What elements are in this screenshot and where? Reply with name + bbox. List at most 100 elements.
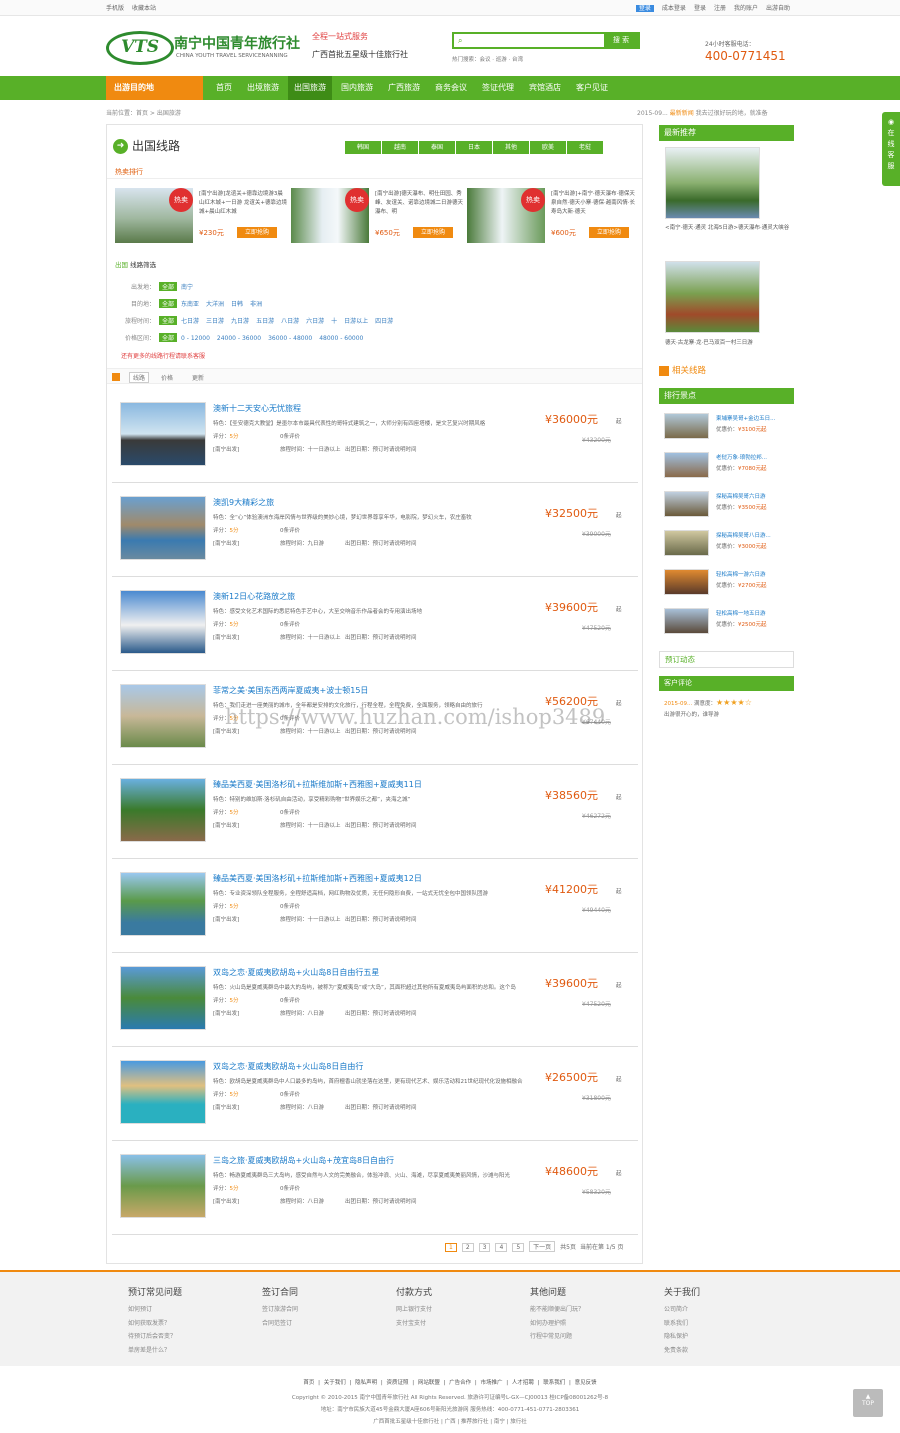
rank-item[interactable]: 探秘高棉吴哥八日游... 优惠价：¥3000元起	[664, 530, 794, 558]
nav-item[interactable]: 广西旅游	[382, 76, 426, 100]
nav-item[interactable]: 签证代理	[476, 76, 520, 100]
filter-option[interactable]: 0 - 12000	[181, 335, 210, 342]
footer-link[interactable]: 免责条款	[664, 1344, 700, 1358]
buy-button[interactable]: 立即抢购	[589, 227, 629, 238]
rank-name[interactable]: 轻松高棉一地五日游	[716, 609, 792, 617]
footer-link[interactable]: 如何预订	[128, 1303, 182, 1317]
filter-option[interactable]: 日韩	[231, 301, 243, 308]
tag[interactable]: 泰国	[419, 141, 455, 154]
page-link[interactable]: 1	[445, 1243, 457, 1252]
filter-note[interactable]: 还有更多的线路行程请联系客服	[121, 351, 205, 360]
page-link[interactable]: 3	[478, 1243, 491, 1252]
route-evaluations[interactable]: 0条评价	[280, 902, 300, 910]
news-ticker[interactable]: 2015-09... 最新新闻 我去过很好玩的地，就准备	[637, 108, 768, 117]
route-row[interactable]: 双岛之恋·夏威夷欧胡岛+火山岛8日自由行五星 特色：火山岛是夏威夷群岛中最大的岛屿…	[112, 959, 638, 1047]
route-image[interactable]	[120, 1154, 206, 1218]
rank-item[interactable]: 探秘高棉吴哥六日游 优惠价：¥3500元起	[664, 491, 794, 519]
signin-link[interactable]: 登录	[694, 5, 706, 12]
route-image[interactable]	[120, 872, 206, 936]
signup-link[interactable]: 注册	[714, 5, 726, 12]
rank-item[interactable]: 老挝万象·琅勃拉邦... 优惠价：¥7080元起	[664, 452, 794, 480]
hot-item[interactable]: 热卖 [南宁出游]龙谊关+德靠边境游3晨山红木城+一日游 龙谊关+德靠边境城+晨…	[115, 188, 287, 246]
route-row[interactable]: 澳凯9大精彩之旅 特色：全“心”体验澳洲东海岸风情与世界级的美妙心境，梦幻世界尊享…	[112, 489, 638, 577]
tag[interactable]: 日本	[456, 141, 492, 154]
hot-desc[interactable]: [南宁出游]龙谊关+德靠边境游3晨山红木城+一日游 龙谊关+德靠边境城+晨山红木…	[199, 190, 287, 217]
route-name[interactable]: 三岛之旅·夏威夷欧胡岛+火山岛+茂宜岛8日自由行	[213, 1155, 394, 1166]
rank-image[interactable]	[664, 608, 709, 634]
member-login-link[interactable]: 成本登录	[662, 5, 686, 12]
route-image[interactable]	[120, 778, 206, 842]
filter-option[interactable]: 五日游	[256, 318, 274, 325]
route-evaluations[interactable]: 0条评价	[280, 1184, 300, 1192]
route-row[interactable]: 双岛之恋·夏威夷欧胡岛+火山岛8日自由行 特色：欧胡岛是夏威夷群岛中人口最多的岛屿…	[112, 1053, 638, 1141]
rank-name[interactable]: 探秘高棉吴哥六日游	[716, 492, 792, 500]
rank-image[interactable]	[664, 452, 709, 478]
route-name[interactable]: 臻品美西夏·美国洛杉矶+拉斯维加斯+西雅图+夏威夷11日	[213, 779, 422, 790]
route-image[interactable]	[120, 590, 206, 654]
rank-image[interactable]	[664, 530, 709, 556]
latest-caption-2[interactable]: 德天·古龙寨·龙·巴马双百一村三日游	[665, 339, 793, 348]
filter-option[interactable]: 十	[331, 318, 337, 325]
destination-menu[interactable]: 出游目的地	[106, 76, 203, 100]
footer-link[interactable]: 如何获取发票？	[128, 1317, 182, 1331]
route-evaluations[interactable]: 0条评价	[280, 620, 300, 628]
rank-name[interactable]: 轻松高棉一游六日游	[716, 570, 792, 578]
footer-link[interactable]: 联系我们	[664, 1317, 700, 1331]
route-image[interactable]	[120, 966, 206, 1030]
route-evaluations[interactable]: 0条评价	[280, 808, 300, 816]
route-row[interactable]: 臻品美西夏·美国洛杉矶+拉斯维加斯+西雅图+夏威夷12日 特色：专业资深领队全程服…	[112, 865, 638, 953]
filter-all[interactable]: 全部	[159, 282, 178, 291]
filter-option[interactable]: 日游以上	[344, 318, 368, 325]
filter-option[interactable]: 南宁	[181, 284, 193, 291]
filter-option[interactable]: 八日游	[281, 318, 299, 325]
nav-item[interactable]: 宾馆酒店	[523, 76, 567, 100]
filter-option[interactable]: 非洲	[250, 301, 262, 308]
route-name[interactable]: 菲常之美·美国东西两岸夏威夷+波士顿15日	[213, 685, 368, 696]
search-box[interactable]: ⌕ 搜 索	[452, 32, 640, 49]
rank-item[interactable]: 柬埔寨吴哥+金边五日... 优惠价：¥3100元起	[664, 413, 794, 441]
filter-all[interactable]: 全部	[159, 316, 178, 325]
route-image[interactable]	[120, 1060, 206, 1124]
route-row[interactable]: 臻品美西夏·美国洛杉矶+拉斯维加斯+西雅图+夏威夷11日 特色：特别的维加斯·洛杉…	[112, 771, 638, 859]
page-link[interactable]: 2	[461, 1243, 474, 1252]
filter-option[interactable]: 四日游	[375, 318, 393, 325]
sort-price[interactable]: 价格	[161, 373, 173, 382]
nav-item[interactable]: 出境旅游	[241, 76, 285, 100]
rank-image[interactable]	[664, 491, 709, 517]
route-evaluations[interactable]: 0条评价	[280, 526, 300, 534]
nav-item-active[interactable]: 出国旅游	[288, 76, 332, 100]
filter-option[interactable]: 六日游	[306, 318, 324, 325]
back-to-top-button[interactable]: ▲ TOP	[853, 1389, 883, 1417]
tag[interactable]: 老挝	[567, 141, 603, 154]
filter-option[interactable]: 48000 - 60000	[319, 335, 363, 342]
filter-option[interactable]: 36000 - 48000	[268, 335, 312, 342]
filter-option[interactable]: 大洋洲	[206, 301, 224, 308]
footer-link[interactable]: 单房差是什么？	[128, 1344, 182, 1358]
hot-searches[interactable]: 热门搜索：会议 · 巡游 · 台湾	[452, 55, 523, 63]
mobile-link[interactable]: 手机版	[106, 5, 124, 12]
rank-name[interactable]: 探秘高棉吴哥八日游...	[716, 531, 792, 539]
route-evaluations[interactable]: 0条评价	[280, 1090, 300, 1098]
rank-item[interactable]: 轻松高棉一地五日游 优惠价：¥2500元起	[664, 608, 794, 636]
footer-link[interactable]: 隐私保护	[664, 1330, 700, 1344]
filter-option[interactable]: 七日游	[181, 318, 199, 325]
rank-name[interactable]: 老挝万象·琅勃拉邦...	[716, 453, 792, 461]
route-evaluations[interactable]: 0条评价	[280, 996, 300, 1004]
footer-link[interactable]: 支付宝支付	[396, 1317, 432, 1331]
route-row[interactable]: 三岛之旅·夏威夷欧胡岛+火山岛+茂宜岛8日自由行 特色：畅游夏威夷群岛三大岛屿，感…	[112, 1147, 638, 1235]
related-routes[interactable]: 相关线路	[659, 364, 706, 376]
footer-link[interactable]: 待预订后会否变？	[128, 1330, 182, 1344]
route-name[interactable]: 双岛之恋·夏威夷欧胡岛+火山岛8日自由行	[213, 1061, 363, 1072]
hot-desc[interactable]: [南宁出游]+南宁·德天瀑布·德保天泉自然·德天小寨·德保·越南风情·长寿岛大新…	[551, 190, 639, 217]
footer-link[interactable]: 行程中常见问题	[530, 1330, 584, 1344]
route-name[interactable]: 澳新十二天安心无忧旅程	[213, 403, 301, 414]
filter-option[interactable]: 24000 - 36000	[217, 335, 261, 342]
rank-image[interactable]	[664, 569, 709, 595]
next-page[interactable]: 下一页	[529, 1241, 556, 1252]
footer-link[interactable]: 合同范签订	[262, 1317, 298, 1331]
sort-update[interactable]: 更新	[192, 373, 204, 382]
filter-all[interactable]: 全部	[159, 299, 178, 308]
rank-item[interactable]: 轻松高棉一游六日游 优惠价：¥2700元起	[664, 569, 794, 597]
route-name[interactable]: 双岛之恋·夏威夷欧胡岛+火山岛8日自由行五星	[213, 967, 379, 978]
route-row[interactable]: 澳新12日心花路放之旅 特色：感受文化艺术国际的悉尼特色手艺中心，大至交响音乐作品…	[112, 583, 638, 671]
